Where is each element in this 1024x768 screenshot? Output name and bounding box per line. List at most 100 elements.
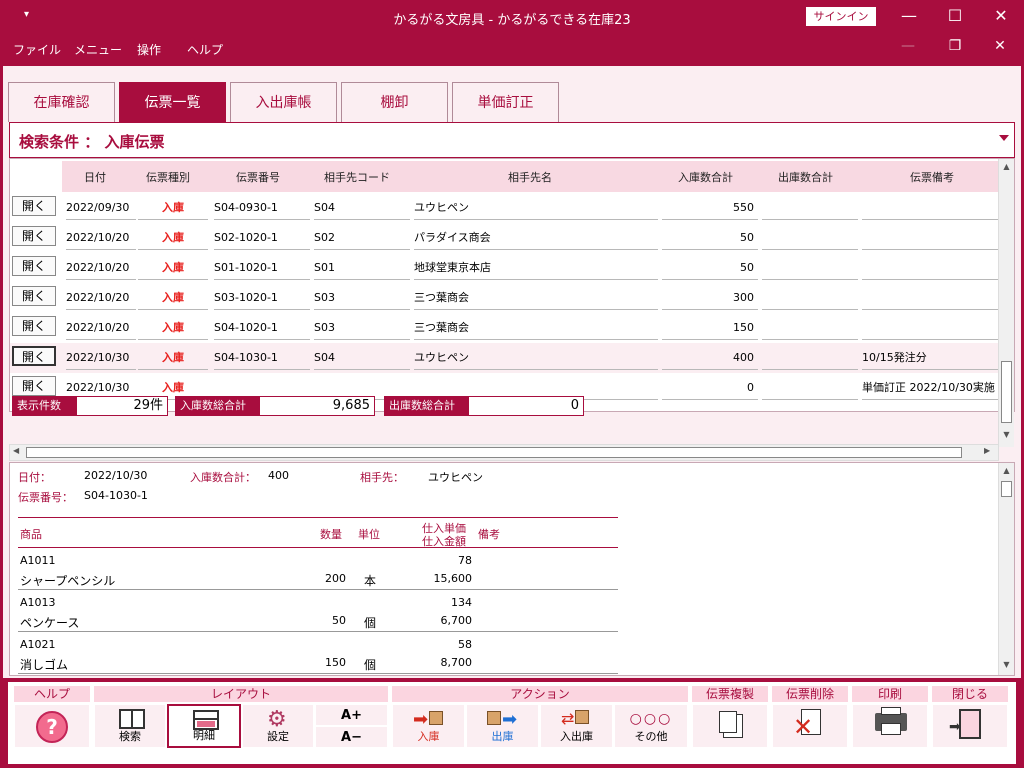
minimize-button[interactable]: — <box>886 0 932 34</box>
tab-inventory[interactable]: 棚卸 <box>341 82 448 122</box>
cell-out <box>762 378 858 400</box>
table-row[interactable]: 開く 2022/09/30 入庫 S04-0930-1 S04 ユウヒペン 550 <box>10 193 998 223</box>
detail-scroll-down-icon[interactable]: ▼ <box>999 657 1014 673</box>
cell-out <box>762 318 858 340</box>
cell-out <box>762 258 858 280</box>
delete-slip-button[interactable]: ✕ <box>772 704 848 748</box>
menu-operation[interactable]: 操作 <box>137 41 161 58</box>
open-slip-button[interactable]: 開く <box>12 376 56 396</box>
slip-list-header: 日付 伝票種別 伝票番号 相手先コード 相手先名 入庫数合計 出庫数合計 伝票備… <box>62 161 998 192</box>
layout-search-button[interactable]: 検索 <box>94 704 166 748</box>
maximize-button[interactable]: ☐ <box>932 0 978 34</box>
detail-date-value: 2022/10/30 <box>84 469 148 482</box>
action-group-label: アクション <box>392 686 688 702</box>
layout-detail-button[interactable]: 明細 <box>167 704 241 748</box>
menu-menu[interactable]: メニュー <box>74 41 122 58</box>
tab-slip-list[interactable]: 伝票一覧 <box>119 82 226 122</box>
exit-door-icon: ➡ <box>949 709 981 739</box>
cell-type: 入庫 <box>138 258 208 280</box>
scroll-left-icon[interactable]: ◀ <box>13 446 19 455</box>
detail-vertical-scrollbar[interactable]: ▲ ▼ <box>998 463 1014 675</box>
chevron-down-icon[interactable] <box>999 135 1009 141</box>
doc-close-button[interactable]: ✕ <box>985 38 1015 60</box>
menu-help[interactable]: ヘルプ <box>187 41 223 58</box>
font-smaller-button[interactable]: A− <box>315 726 388 748</box>
print-button[interactable] <box>852 704 928 748</box>
hscroll-thumb[interactable] <box>26 447 962 458</box>
scroll-up-icon[interactable]: ▲ <box>999 159 1014 175</box>
open-slip-button[interactable]: 開く <box>12 316 56 336</box>
search-condition-bar[interactable]: 検索条件 ： 入庫伝票 <box>9 122 1015 158</box>
detail-scroll-up-icon[interactable]: ▲ <box>999 463 1014 479</box>
cell-note <box>862 258 998 280</box>
cell-code: S04 <box>314 348 410 370</box>
item-qty: 150 <box>325 656 346 669</box>
table-row[interactable]: 開く 2022/10/30 入庫 S04-1030-1 S04 ユウヒペン 400 10/15… <box>10 343 998 373</box>
close-button[interactable]: ➡ <box>932 704 1008 748</box>
list-horizontal-scrollbar[interactable]: ◀ ▶ <box>9 444 999 461</box>
open-slip-button[interactable]: 開く <box>12 196 56 216</box>
font-larger-button[interactable]: A+ <box>315 704 388 726</box>
cell-name: ユウヒペン <box>414 198 658 220</box>
action-other-button[interactable]: ○○○ その他 <box>614 704 688 748</box>
col-slip-no: 伝票番号 <box>236 171 280 184</box>
open-slip-button[interactable]: 開く <box>12 286 56 306</box>
copy-slip-button[interactable] <box>692 704 768 748</box>
scroll-down-icon[interactable]: ▼ <box>999 427 1014 443</box>
action-in-button[interactable]: ➡ 入庫 <box>392 704 465 748</box>
col-partner-code: 相手先コード <box>324 171 390 184</box>
cell-code: S02 <box>314 228 410 250</box>
delete-group: 伝票削除 ✕ <box>772 686 848 748</box>
detail-partner-value: ユウヒペン <box>428 471 483 484</box>
item-price: 58 <box>458 638 472 651</box>
cell-out <box>762 228 858 250</box>
table-row[interactable]: 開く 2022/10/20 入庫 S03-1020-1 S03 三つ葉商会 300 <box>10 283 998 313</box>
cell-type: 入庫 <box>138 288 208 310</box>
open-slip-button[interactable]: 開く <box>12 256 56 276</box>
doc-restore-button[interactable]: ❐ <box>940 38 970 60</box>
menu-file[interactable]: ファイル <box>13 41 61 58</box>
cell-date: 2022/10/20 <box>66 258 136 280</box>
open-slip-button[interactable]: 開く <box>12 346 56 366</box>
help-button[interactable]: ? <box>14 704 90 748</box>
tab-inout-ledger[interactable]: 入出庫帳 <box>230 82 337 122</box>
help-group-label: ヘルプ <box>14 686 90 702</box>
help-group: ヘルプ ? <box>14 686 90 748</box>
cell-in: 550 <box>662 198 758 220</box>
title-bar: ▾ かるがる文房具 - かるがるできる在庫23 サインイン — ☐ ✕ <box>0 0 1024 34</box>
close-window-button[interactable]: ✕ <box>978 0 1024 34</box>
print-group: 印刷 <box>852 686 928 748</box>
action-inout-button[interactable]: ⇄ 入出庫 <box>540 704 613 748</box>
item-price: 78 <box>458 554 472 567</box>
table-row[interactable]: 開く 2022/10/20 入庫 S01-1020-1 S01 地球堂東京本店 50 <box>10 253 998 283</box>
detail-partner-label: 相手先： <box>360 471 404 484</box>
detail-item-row: A1011 シャープペンシル 200 本 78 15,600 <box>18 548 618 590</box>
cell-note <box>862 228 998 250</box>
delete-group-label: 伝票削除 <box>772 686 848 702</box>
signin-button[interactable]: サインイン <box>806 7 876 26</box>
detail-in-label: 入庫数合計： <box>190 471 256 484</box>
cell-in: 50 <box>662 228 758 250</box>
action-out-label: 出庫 <box>491 730 514 743</box>
action-out-button[interactable]: ➡ 出庫 <box>466 704 539 748</box>
table-row[interactable]: 開く 2022/10/20 入庫 S02-1020-1 S02 パラダイス商会 50 <box>10 223 998 253</box>
scroll-thumb[interactable] <box>1001 361 1012 423</box>
cell-code: S03 <box>314 318 410 340</box>
tab-stock-check[interactable]: 在庫確認 <box>8 82 115 122</box>
doc-minimize-button[interactable]: — <box>893 38 923 60</box>
table-row[interactable]: 開く 2022/10/20 入庫 S04-1020-1 S03 三つ葉商会 150 <box>10 313 998 343</box>
open-slip-button[interactable]: 開く <box>12 226 56 246</box>
tab-price-correction[interactable]: 単価訂正 <box>452 82 559 122</box>
scroll-right-icon[interactable]: ▶ <box>984 446 990 455</box>
layout-group: レイアウト 検索 明細 ⚙ 設定 A+ A− <box>94 686 388 748</box>
layout-detail-label: 明細 <box>193 729 215 742</box>
cell-in: 300 <box>662 288 758 310</box>
cell-no: S02-1020-1 <box>214 228 310 250</box>
list-vertical-scrollbar[interactable]: ▲ ▼ <box>998 159 1014 447</box>
stock-inout-icon: ⇄ <box>561 709 590 728</box>
detail-scroll-thumb[interactable] <box>1001 481 1012 497</box>
settings-button[interactable]: ⚙ 設定 <box>242 704 314 748</box>
printer-icon <box>875 707 907 735</box>
cell-in: 0 <box>662 378 758 400</box>
stock-in-icon: ➡ <box>413 709 444 730</box>
